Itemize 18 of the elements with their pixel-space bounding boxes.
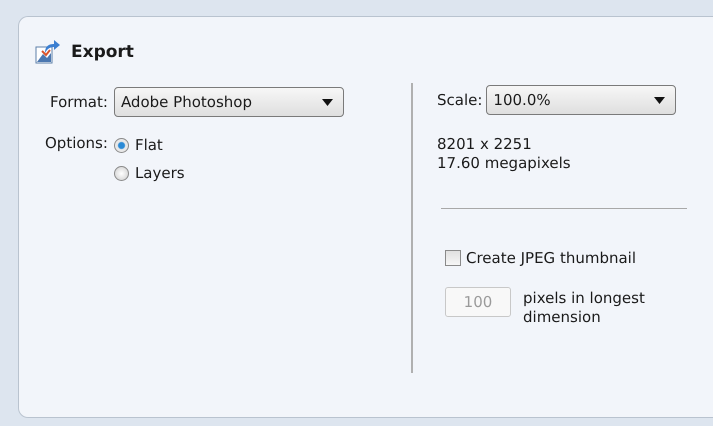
radio-label: Layers [134,164,185,182]
caret-icon [322,98,333,106]
radio-button[interactable] [114,138,129,152]
export-icon [35,39,61,65]
checkbox-label: Create JPEG thumbnail [466,249,636,267]
field-label: pixels in longest dimension [523,288,646,327]
checkbox[interactable] [445,250,461,266]
field-label: Scale: [437,91,482,109]
image-info: 17.60 megapixels [437,154,572,173]
radio-button[interactable] [114,166,129,180]
panel-title: Export [71,42,134,62]
caret-icon [654,96,666,104]
field-label: Options: [45,133,108,154]
scale-dropdown[interactable]: 100.0% [486,85,676,115]
field-label: Format: [49,92,108,113]
image-info: 8201 x 2251 [437,135,533,154]
radio-label: Flat [134,136,163,154]
format-dropdown[interactable]: Adobe Photoshop [114,87,344,117]
